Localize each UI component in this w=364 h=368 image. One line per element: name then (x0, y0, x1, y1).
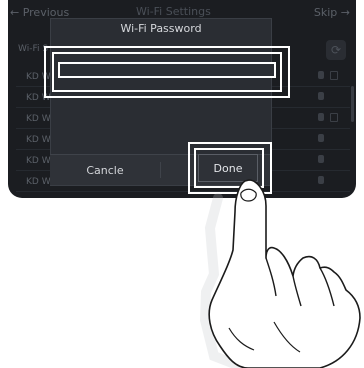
hand-pointer-icon (199, 179, 361, 368)
